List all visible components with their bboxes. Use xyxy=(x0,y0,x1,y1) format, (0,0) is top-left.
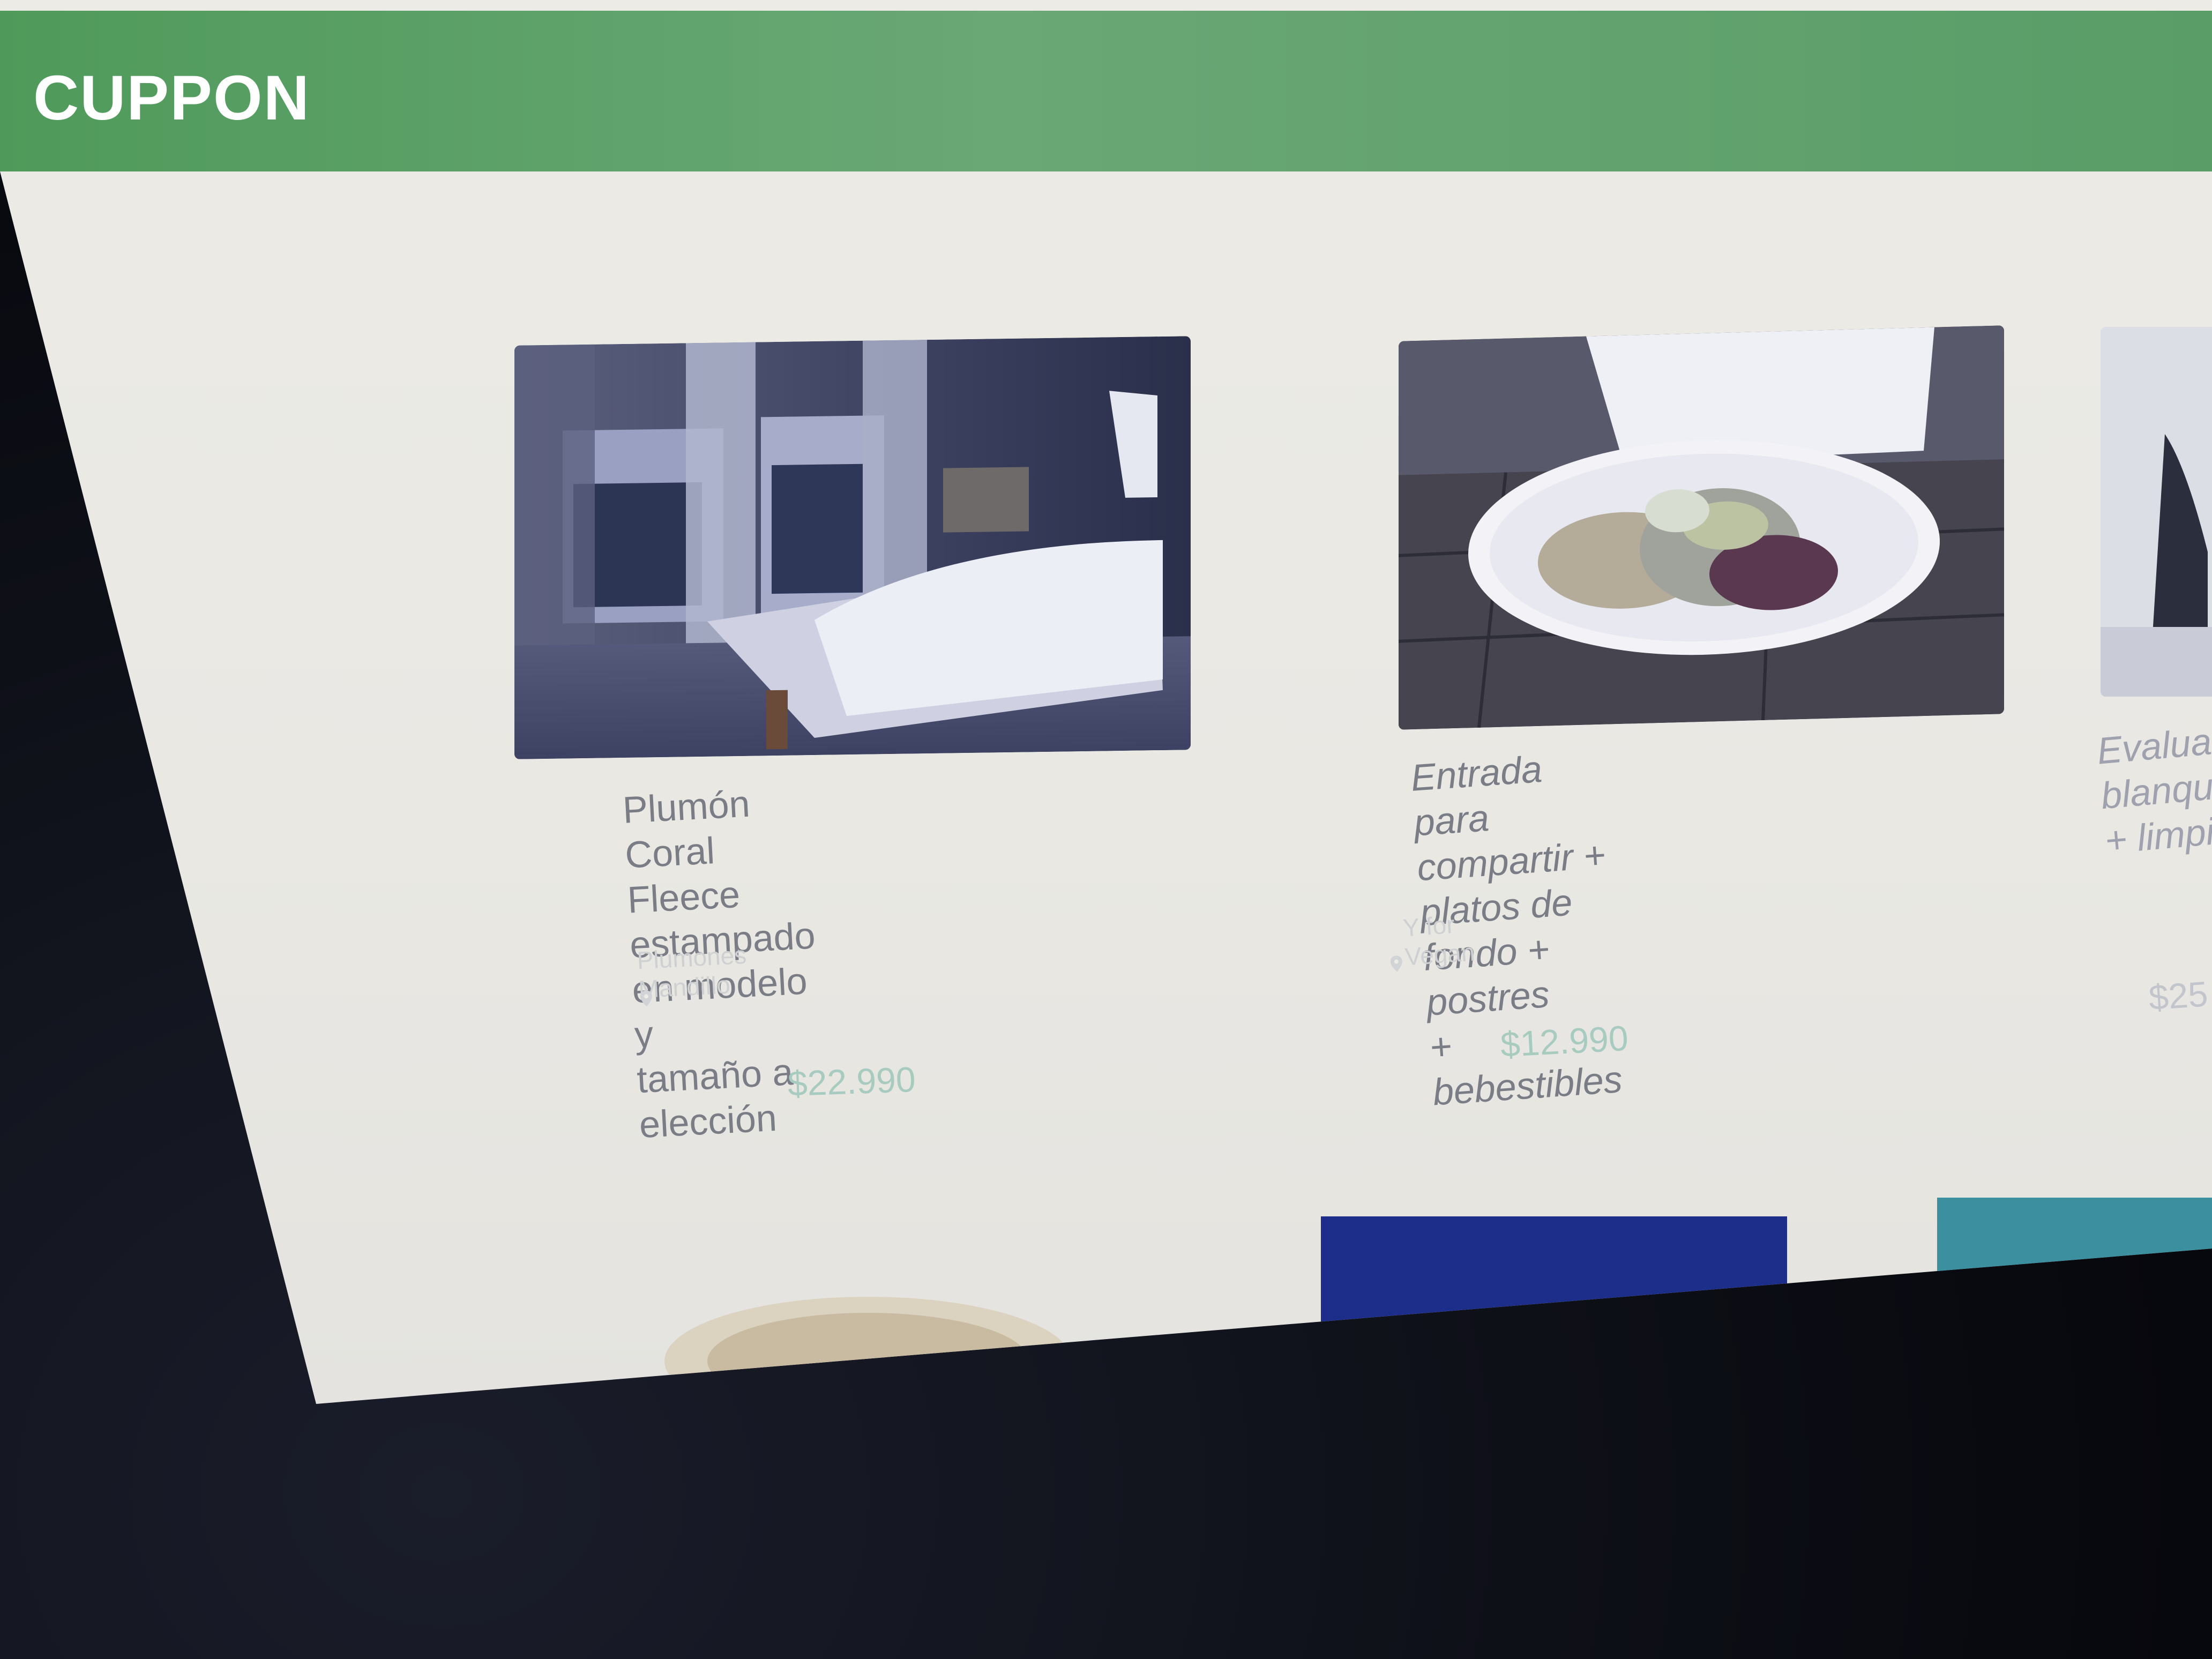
location-pin-icon xyxy=(1390,955,1402,972)
deal-location xyxy=(1390,951,1411,975)
site-header: CUPPON xyxy=(0,11,2212,171)
deal-image[interactable] xyxy=(1937,1198,2212,1321)
deal-price: $25 xyxy=(2147,974,2209,1018)
deal-image[interactable] xyxy=(643,1281,1082,1404)
browser-viewport: CUPPON Plumón Coral Fleece estampado en … xyxy=(0,0,2212,1404)
deal-title-line: Entrada para compartir + xyxy=(1409,748,1607,889)
site-logo[interactable]: CUPPON xyxy=(33,62,310,134)
deal-title-line: Plumón Coral Fleece xyxy=(622,782,751,921)
deal-title[interactable]: Evalua blanque + limpie xyxy=(2095,717,2212,863)
deal-location xyxy=(640,985,660,1010)
location-pin-icon xyxy=(640,990,652,1007)
salad-photo xyxy=(1399,325,2004,730)
monitor-bezel: CUPPON Plumón Coral Fleece estampado en … xyxy=(0,0,2212,1659)
dental-photo xyxy=(2101,327,2212,697)
bedroom-photo xyxy=(514,336,1191,759)
food-thumbnail xyxy=(664,1297,1072,1404)
deal-image[interactable] xyxy=(514,336,1191,759)
deal-image[interactable] xyxy=(2101,327,2212,697)
deal-merchant: Y for Vegan xyxy=(1402,910,1476,971)
deal-price: $22.990 xyxy=(787,1059,916,1104)
deal-price: $12.990 xyxy=(1499,1018,1630,1065)
deal-image[interactable] xyxy=(1399,325,2004,730)
deal-image[interactable] xyxy=(1321,1216,1787,1356)
